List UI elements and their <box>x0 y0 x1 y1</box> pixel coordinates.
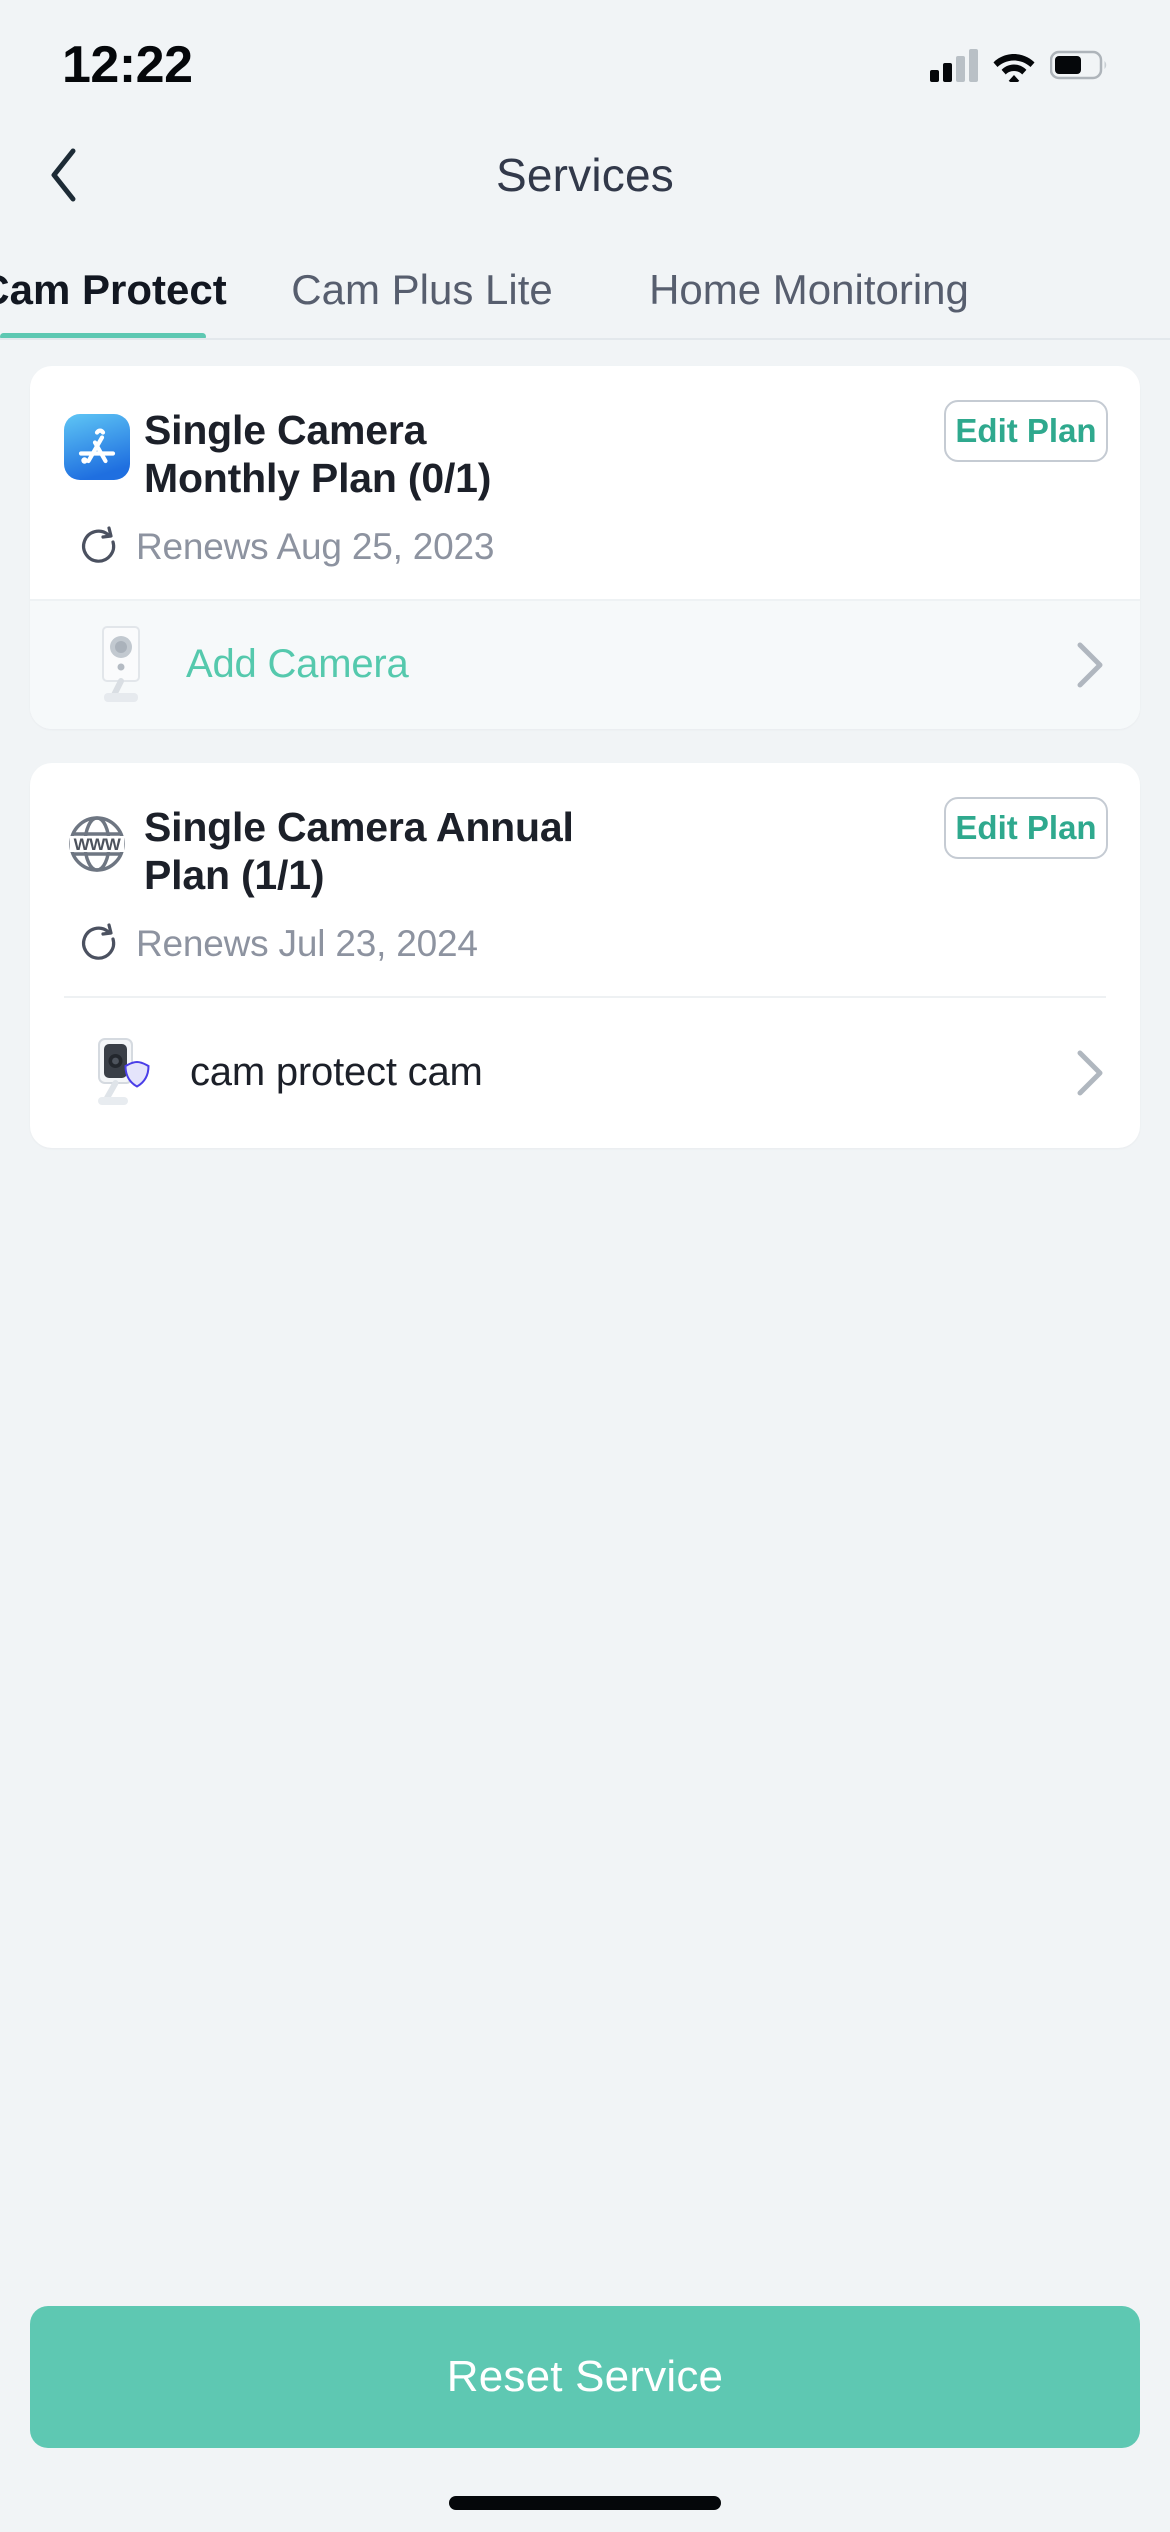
plan-renewal: Renews Jul 23, 2024 <box>78 922 1096 966</box>
plan-renewal: Renews Aug 25, 2023 <box>78 525 1096 569</box>
tab-cam-plus-lite[interactable]: Cam Plus Lite <box>262 266 582 338</box>
wifi-icon <box>992 48 1036 82</box>
status-time: 12:22 <box>62 35 193 95</box>
tab-label: Home Monitoring <box>649 266 969 314</box>
plans-list: Single Camera Monthly Plan (0/1) Renews … <box>0 340 1170 2282</box>
home-indicator[interactable] <box>449 2496 721 2510</box>
plan-card-annual: WWW Single Camera Annual Plan (1/1) Rene… <box>30 763 1140 1148</box>
tab-label: Cam Plus Lite <box>291 266 552 314</box>
chevron-right-icon <box>1072 640 1106 690</box>
add-camera-row[interactable]: Add Camera <box>30 599 1140 729</box>
svg-text:WWW: WWW <box>74 835 122 854</box>
plan-header: WWW Single Camera Annual Plan (1/1) Rene… <box>30 763 1140 996</box>
status-bar: 12:22 <box>0 0 1170 120</box>
plan-header: Single Camera Monthly Plan (0/1) Renews … <box>30 366 1140 599</box>
cellular-signal-icon <box>930 48 978 82</box>
app-store-icon <box>64 414 130 480</box>
chevron-left-icon <box>47 146 81 204</box>
device-name: cam protect cam <box>190 1050 1072 1095</box>
plan-renewal-date: Renews Jul 23, 2024 <box>136 923 478 965</box>
chevron-right-icon <box>1072 1048 1106 1098</box>
back-button[interactable] <box>26 120 102 230</box>
tab-label: Cam Protect <box>0 266 227 314</box>
tab-cam-protect[interactable]: Cam Protect <box>0 266 206 338</box>
www-globe-icon: WWW <box>64 811 130 877</box>
page-title: Services <box>0 148 1170 202</box>
tab-home-monitoring[interactable]: Home Monitoring <box>644 266 974 338</box>
battery-icon <box>1050 50 1110 80</box>
renew-refresh-icon <box>78 525 122 569</box>
plan-card-monthly: Single Camera Monthly Plan (0/1) Renews … <box>30 366 1140 729</box>
camera-shield-icon <box>90 1035 160 1111</box>
add-camera-label: Add Camera <box>186 642 1072 687</box>
renew-refresh-icon <box>78 922 122 966</box>
app-screen: 12:22 Services Ca <box>0 0 1170 2532</box>
footer: Reset Service <box>0 2282 1170 2532</box>
nav-bar: Services <box>0 120 1170 230</box>
plan-renewal-date: Renews Aug 25, 2023 <box>136 526 494 568</box>
status-icons <box>930 48 1110 82</box>
device-row[interactable]: cam protect cam <box>30 998 1140 1148</box>
plan-title: Single Camera Annual Plan (1/1) <box>144 803 574 900</box>
edit-plan-button[interactable]: Edit Plan <box>944 797 1108 859</box>
tab-bar: Cam Protect Cam Plus Lite Home Monitorin… <box>0 230 1170 340</box>
edit-plan-button[interactable]: Edit Plan <box>944 400 1108 462</box>
camera-thumbnail-icon <box>90 623 152 707</box>
reset-service-button[interactable]: Reset Service <box>30 2306 1140 2448</box>
plan-title: Single Camera Monthly Plan (0/1) <box>144 406 574 503</box>
